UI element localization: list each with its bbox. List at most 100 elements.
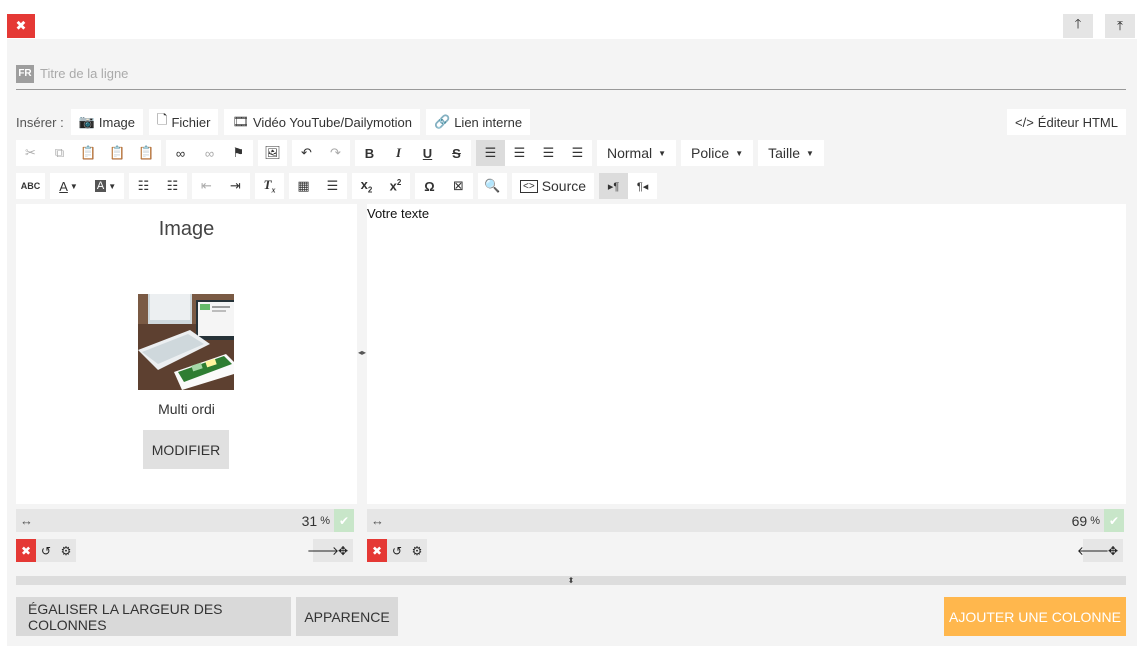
camera-icon: 📷 — [78, 114, 95, 129]
html-editor-button[interactable]: </> Éditeur HTML — [1007, 109, 1126, 135]
align-justify-button[interactable]: ☰ — [563, 140, 592, 166]
insert-internal-link-button[interactable]: 🔗 Lien interne — [426, 109, 531, 135]
table-icon: ▦ — [297, 178, 310, 193]
apply-width-left-button[interactable]: ✔ — [334, 509, 354, 532]
right-column-actions: ✖ ↺ ⚙ — [367, 539, 427, 562]
delete-left-column-button[interactable]: ✖ — [16, 539, 36, 562]
clear-format-group: Tx — [255, 173, 284, 199]
superscript-icon: x2 — [389, 178, 402, 194]
move-up-button[interactable]: 🡑 — [1063, 14, 1093, 38]
paste-word-button[interactable]: 📋 — [132, 140, 161, 166]
reset-left-column-button[interactable]: ↺ — [36, 539, 56, 562]
special-char-button[interactable]: Ω — [415, 173, 444, 199]
numbered-list-icon: ☷ — [166, 178, 179, 193]
numbered-list-button[interactable]: ☷ — [158, 173, 187, 199]
equalize-columns-button[interactable]: ÉGALISER LA LARGEUR DES COLONNES — [16, 597, 291, 636]
image-block-title: Image — [158, 218, 215, 240]
paste-button[interactable]: 📋 — [74, 140, 103, 166]
spellcheck-icon: ABC — [20, 181, 41, 191]
unlink-button[interactable]: ∞ — [195, 140, 224, 166]
insert-image-button[interactable]: 📷 Image — [70, 109, 144, 135]
align-center-button[interactable]: ☰ — [505, 140, 534, 166]
drag-right-column-handle[interactable]: ✥ — [1103, 539, 1123, 562]
source-button[interactable]: <> Source — [512, 173, 595, 199]
superscript-button[interactable]: x2 — [381, 173, 410, 199]
insert-label: Insérer : — [16, 114, 64, 130]
iframe-button[interactable]: ⊠ — [444, 173, 473, 199]
indent-button[interactable]: ⇥ — [221, 173, 250, 199]
image-thumbnail — [138, 294, 234, 390]
insert-internal-link-label: Lien interne — [454, 114, 523, 130]
drag-left-column-handle[interactable]: ✥ — [333, 539, 353, 562]
paste-text-button[interactable]: 📋 — [103, 140, 132, 166]
format-select[interactable]: Normal ▼ — [597, 140, 677, 166]
rtl-button[interactable]: ¶◂ — [628, 173, 657, 199]
cut-button[interactable]: ✂ — [16, 140, 45, 166]
underline-icon: U — [422, 145, 433, 161]
remove-format-button[interactable]: Tx — [255, 173, 284, 199]
width-arrows-icon: ↔ — [371, 513, 384, 528]
move-top-button[interactable]: ⤒ — [1105, 14, 1135, 38]
settings-right-column-button[interactable]: ⚙ — [407, 539, 427, 562]
image-button[interactable]: 🖼 — [258, 140, 287, 166]
source-label: Source — [541, 178, 587, 194]
direction-group: ▸¶ ¶◂ — [599, 173, 658, 199]
link-icon: ∞ — [175, 145, 186, 161]
right-width-value[interactable]: 69 — [1072, 513, 1088, 529]
insert-video-button[interactable]: 🎞 Vidéo YouTube/Dailymotion — [224, 109, 421, 135]
arrow-up-icon: 🡑 — [1074, 16, 1082, 31]
move-left-column-right-button[interactable]: 🡒 — [307, 539, 339, 562]
bg-color-button[interactable]: A ▼ — [87, 173, 124, 199]
add-column-button[interactable]: AJOUTER UNE COLONNE — [944, 597, 1126, 636]
left-width-unit: % — [320, 514, 330, 527]
outdent-button[interactable]: ⇤ — [192, 173, 221, 199]
align-right-button[interactable]: ☰ — [534, 140, 563, 166]
anchor-button[interactable]: ⚑ — [224, 140, 253, 166]
table-button[interactable]: ▦ — [289, 173, 318, 199]
delete-right-column-button[interactable]: ✖ — [367, 539, 387, 562]
row-height-resizer[interactable]: ⬍ — [16, 576, 1126, 585]
underline-button[interactable]: U — [413, 140, 442, 166]
bulleted-list-button[interactable]: ☷ — [129, 173, 158, 199]
text-editor-area[interactable]: Votre texte — [367, 204, 1126, 504]
column-resize-handle[interactable]: ◂▸ — [358, 345, 366, 359]
source-icon: <> — [520, 179, 538, 193]
size-select-value: Taille — [768, 145, 801, 161]
ltr-button[interactable]: ▸¶ — [599, 173, 629, 199]
left-width-value[interactable]: 31 — [302, 513, 318, 529]
appearance-button[interactable]: APPARENCE — [296, 597, 398, 636]
picture-icon: 🖼 — [264, 145, 281, 160]
align-left-button[interactable]: ☰ — [476, 140, 505, 166]
iframe-icon: ⊠ — [453, 178, 464, 193]
move-icon: ✥ — [1107, 543, 1119, 558]
link-button[interactable]: ∞ — [166, 140, 195, 166]
settings-left-column-button[interactable]: ⚙ — [56, 539, 76, 562]
text-color-button[interactable]: A ▼ — [50, 173, 87, 199]
size-select[interactable]: Taille ▼ — [758, 140, 824, 166]
redo-button[interactable]: ↷ — [321, 140, 350, 166]
move-right-column-left-button[interactable]: 🡐 — [1077, 539, 1109, 562]
italic-button[interactable]: I — [384, 140, 413, 166]
indent-icon: ⇥ — [230, 178, 241, 193]
apply-width-right-button[interactable]: ✔ — [1104, 509, 1124, 532]
insert-file-button[interactable]: 🗋 Fichier — [149, 109, 219, 135]
copy-button[interactable]: ⧉ — [45, 140, 74, 166]
font-select[interactable]: Police ▼ — [681, 140, 754, 166]
text-color-icon: A — [59, 178, 68, 194]
delete-row-button[interactable]: ✖ — [7, 14, 35, 38]
modify-image-button[interactable]: MODIFIER — [143, 430, 229, 469]
horizontal-rule-button[interactable]: ☰ — [318, 173, 347, 199]
align-justify-icon: ☰ — [571, 145, 584, 160]
subscript-button[interactable]: x2 — [352, 173, 381, 199]
bold-button[interactable]: B — [355, 140, 384, 166]
check-icon: ✔ — [1108, 513, 1120, 528]
reset-right-column-button[interactable]: ↺ — [387, 539, 407, 562]
spellcheck-button[interactable]: ABC — [16, 173, 45, 199]
row-title-field[interactable]: FR Titre de la ligne — [16, 58, 1126, 90]
table-group: ▦ ☰ — [289, 173, 347, 199]
clipboard-word-icon: 📋 — [138, 145, 155, 160]
strike-button[interactable]: S — [442, 140, 471, 166]
undo-button[interactable]: ↶ — [292, 140, 321, 166]
preview-button[interactable]: 🔍 — [478, 173, 507, 199]
link-icon: 🔗 — [434, 114, 451, 129]
